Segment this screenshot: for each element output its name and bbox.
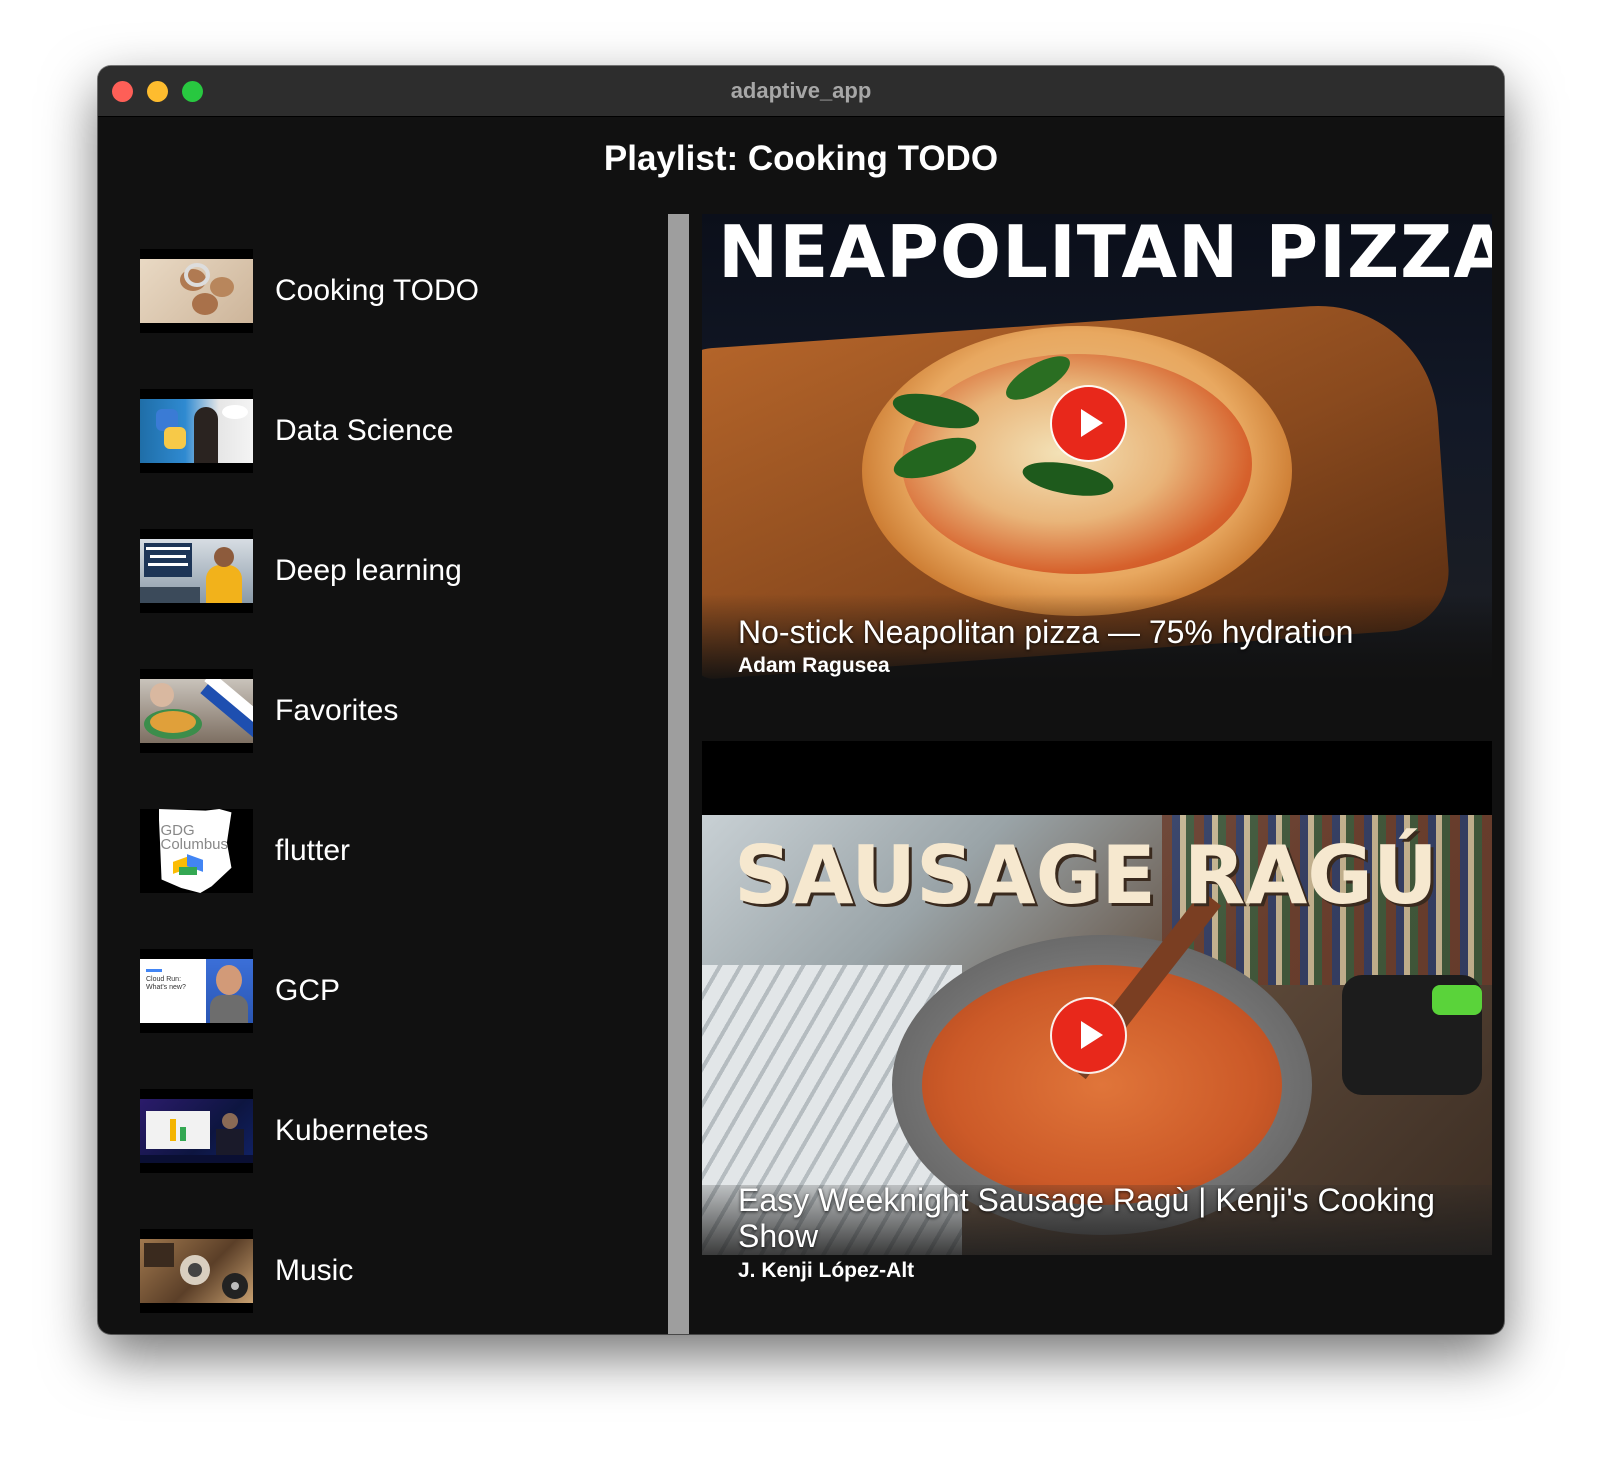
title-bar[interactable]: adaptive_app [98, 66, 1504, 117]
playlist-item-kubernetes[interactable]: Kubernetes [140, 1088, 640, 1174]
cloud-run-thumbnail-icon: Cloud Run: What's new? [140, 949, 253, 1033]
gdg-columbus-thumbnail-icon: GDG Columbus [140, 809, 253, 893]
video-title: No-stick Neapolitan pizza — 75% hydratio… [738, 614, 1354, 650]
playlist-label: Data Science [275, 414, 454, 447]
playlist-label: Cooking TODO [275, 274, 479, 307]
tensorflow-thumbnail-icon [140, 529, 253, 613]
letterbox-bar [702, 741, 1492, 815]
playlist-list: Cooking TODO Data Science Deep learning … [98, 214, 653, 1334]
video-card[interactable]: SAUSAGE RAGÚ Easy Weeknight Sausage Ragù… [702, 741, 1492, 1334]
playlist-item-deep-learning[interactable]: Deep learning [140, 528, 640, 614]
window-title: adaptive_app [730, 78, 872, 103]
play-button[interactable] [1052, 999, 1125, 1072]
video-author: J. Kenji López-Alt [738, 1259, 915, 1282]
page-title: Playlist: Cooking TODO [603, 139, 999, 178]
playlist-label: Kubernetes [275, 1114, 429, 1147]
playlist-item-music[interactable]: Music [140, 1228, 640, 1314]
video-author: Adam Ragusea [738, 654, 890, 677]
playlist-label: Favorites [275, 694, 399, 727]
playlist-item-favorites[interactable]: Favorites [140, 668, 640, 754]
video-list: NEAPOLITAN PIZZA No-stick Neapolitan piz… [702, 214, 1492, 1334]
bread-pudding-thumbnail-icon [140, 669, 253, 753]
playlist-label: flutter [275, 834, 351, 867]
data-science-thumbnail-icon [140, 389, 253, 473]
playlist-label: Deep learning [275, 554, 462, 587]
app-window: adaptive_app Playlist: Cooking TODO Cook… [98, 66, 1504, 1334]
music-thumbnail-icon [140, 1229, 253, 1313]
pizza-thumbnail-text: NEAPOLITAN PIZZA [718, 214, 1492, 294]
play-button[interactable] [1052, 387, 1125, 460]
playlist-item-data-science[interactable]: Data Science [140, 388, 640, 474]
video-card[interactable]: NEAPOLITAN PIZZA No-stick Neapolitan piz… [702, 214, 1492, 724]
kubernetes-thumbnail-icon [140, 1089, 253, 1173]
playlist-item-gcp[interactable]: Cloud Run: What's new? GCP [140, 948, 640, 1034]
playlist-item-flutter[interactable]: GDG Columbus flutter [140, 808, 640, 894]
cloud-run-text: Cloud Run: What's new? [146, 976, 186, 991]
columbus-text: Columbus [160, 836, 229, 853]
pane-divider[interactable] [668, 214, 689, 1334]
ragu-thumbnail-text: SAUSAGE RAGÚ [734, 829, 1438, 922]
playlist-item-cooking-todo[interactable]: Cooking TODO [140, 248, 640, 334]
scones-thumbnail-icon [140, 249, 253, 333]
video-title: Easy Weeknight Sausage Ragù | Kenji's Co… [738, 1182, 1435, 1254]
playlist-label: Music [275, 1254, 354, 1287]
playlist-label: GCP [275, 974, 341, 1007]
